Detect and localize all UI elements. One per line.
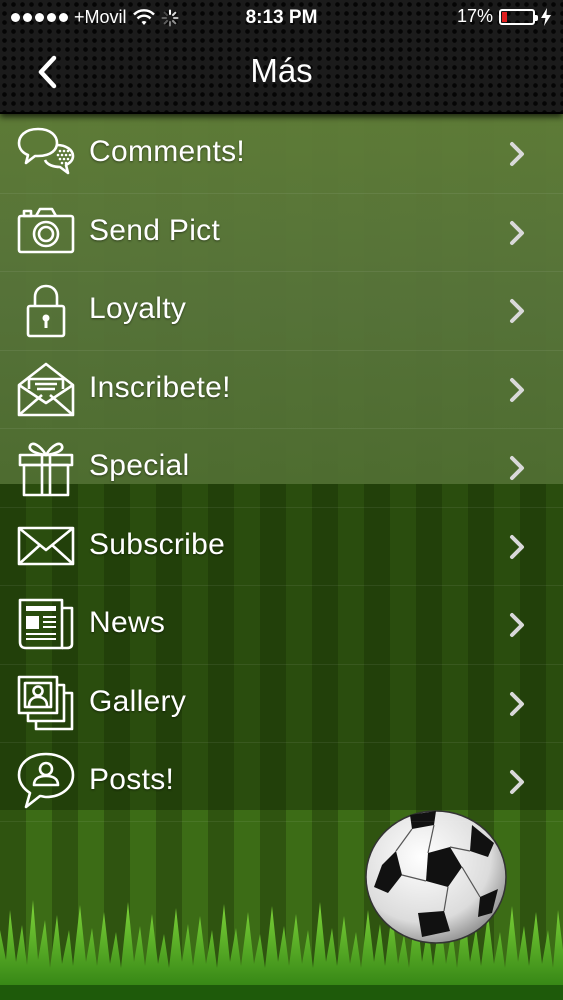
menu-item-label: News <box>89 606 166 639</box>
menu-item-comments[interactable]: Comments! <box>0 115 563 194</box>
more-menu-list: Comments! Send Pict Loyalty Inscribete! … <box>0 115 563 822</box>
status-bar: +Movil 8:13 PM 17% <box>0 0 563 36</box>
menu-item-inscribete[interactable]: Inscribete! <box>0 351 563 429</box>
menu-item-label: Loyalty <box>89 292 187 325</box>
menu-item-subscribe[interactable]: Subscribe <box>0 508 563 586</box>
menu-item-label: Send Pict <box>89 213 221 247</box>
chevron-right-icon <box>510 377 524 402</box>
battery-percent: 17% <box>456 6 493 26</box>
gift-icon <box>18 442 74 497</box>
charging-bolt-icon <box>541 7 551 26</box>
open-envelope-icon <box>17 362 75 416</box>
lock-icon <box>26 284 66 338</box>
chevron-right-icon <box>510 299 524 323</box>
menu-item-label: Posts! <box>89 763 175 796</box>
photo-gallery-icon <box>17 675 74 730</box>
top-bar: +Movil 8:13 PM 17% Más <box>0 0 563 114</box>
status-right: 17% <box>457 6 551 27</box>
menu-item-label: Comments! <box>89 135 246 168</box>
menu-item-posts[interactable]: Posts! <box>0 743 563 822</box>
menu-item-send-pict[interactable]: Send Pict <box>0 194 563 272</box>
menu-item-label: Subscribe <box>89 527 226 561</box>
newspaper-icon <box>18 598 74 650</box>
menu-item-label: Inscribete! <box>89 370 231 404</box>
menu-item-loyalty[interactable]: Loyalty <box>0 272 563 351</box>
chevron-right-icon <box>510 534 524 559</box>
menu-item-news[interactable]: News <box>0 586 563 665</box>
menu-item-label: Special <box>89 449 190 482</box>
chevron-right-icon <box>510 613 524 637</box>
camera-icon <box>17 207 75 253</box>
chevron-right-icon <box>510 770 524 794</box>
user-speech-icon <box>17 752 75 809</box>
battery-icon <box>499 8 538 25</box>
comments-icon <box>17 127 75 175</box>
chevron-right-icon <box>510 456 524 480</box>
soccer-ball-icon <box>365 810 507 944</box>
page-title: Más <box>250 52 313 89</box>
menu-item-special[interactable]: Special <box>0 429 563 508</box>
battery-level <box>502 11 508 22</box>
chevron-right-icon <box>510 142 524 166</box>
chevron-right-icon <box>510 691 524 716</box>
chevron-right-icon <box>510 220 524 245</box>
menu-item-gallery[interactable]: Gallery <box>0 665 563 743</box>
menu-item-label: Gallery <box>89 684 187 718</box>
envelope-icon <box>17 526 75 565</box>
